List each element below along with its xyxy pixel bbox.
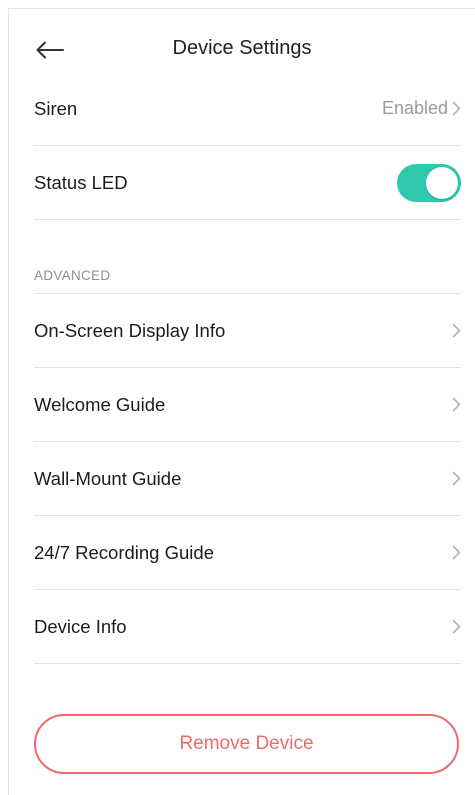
- settings-screen: Device Settings Siren Enabled Status LED…: [8, 8, 475, 795]
- status-led-row: Status LED: [34, 146, 461, 220]
- advanced-item-recording-guide[interactable]: 24/7 Recording Guide: [34, 516, 461, 590]
- settings-list: Siren Enabled Status LED ADVANCED On-Scr…: [34, 72, 461, 664]
- siren-value: Enabled: [381, 98, 448, 118]
- advanced-item-welcome-guide[interactable]: Welcome Guide: [34, 368, 461, 442]
- siren-row[interactable]: Siren Enabled: [34, 72, 461, 146]
- chevron-right-icon: [452, 323, 461, 338]
- chevron-right-icon: [452, 471, 461, 486]
- status-led-label: Status LED: [34, 171, 128, 193]
- list-item-label: Device Info: [34, 615, 127, 637]
- status-led-toggle[interactable]: [397, 163, 461, 202]
- list-item-label: Welcome Guide: [34, 393, 166, 415]
- advanced-section-header: ADVANCED: [34, 220, 461, 294]
- siren-value-group: Enabled: [382, 98, 461, 119]
- list-item-label: 24/7 Recording Guide: [34, 541, 214, 563]
- chevron-right-icon: [452, 101, 461, 116]
- page-title: Device Settings: [172, 37, 312, 59]
- advanced-item-wall-mount-guide[interactable]: Wall-Mount Guide: [34, 442, 461, 516]
- chevron-right-icon: [452, 619, 461, 634]
- toggle-knob: [426, 166, 458, 199]
- advanced-item-device-info[interactable]: Device Info: [34, 590, 461, 664]
- advanced-item-on-screen-display-info[interactable]: On-Screen Display Info: [34, 294, 461, 368]
- remove-device-button[interactable]: Remove Device: [34, 714, 459, 774]
- siren-label: Siren: [34, 97, 78, 119]
- chevron-right-icon: [452, 397, 461, 412]
- list-item-label: On-Screen Display Info: [34, 319, 226, 341]
- chevron-right-icon: [452, 545, 461, 560]
- list-item-label: Wall-Mount Guide: [34, 467, 182, 489]
